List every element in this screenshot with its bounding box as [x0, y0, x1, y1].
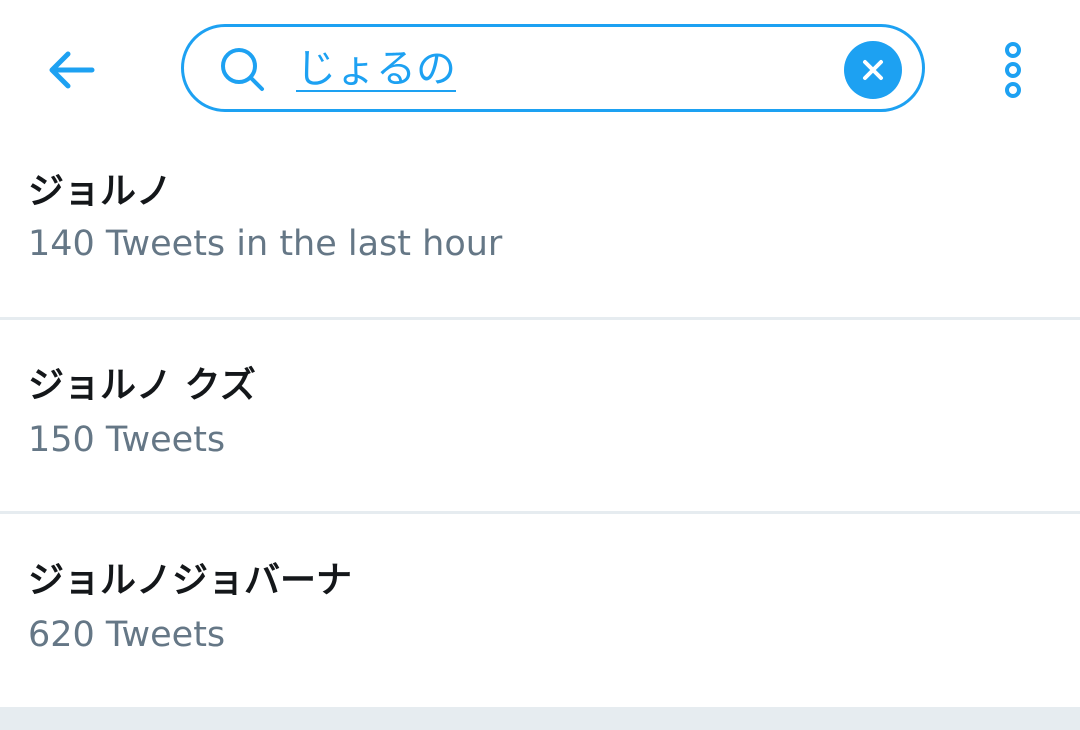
suggestion-item[interactable]: ジョルノ クズ 150 Tweets [0, 320, 1080, 514]
arrow-left-icon [49, 51, 95, 89]
search-field[interactable]: じょるの [181, 24, 925, 112]
suggestion-title: ジョルノ クズ [28, 365, 256, 406]
overflow-menu-button[interactable] [990, 36, 1036, 104]
search-header: じょるの [0, 0, 1080, 140]
clear-search-button[interactable] [844, 41, 902, 99]
back-button[interactable] [36, 40, 106, 100]
close-icon [863, 60, 883, 80]
suggestion-title: ジョルノジョバーナ [28, 560, 353, 601]
search-icon [221, 48, 264, 91]
suggestion-item[interactable]: ジョルノジョバーナ 620 Tweets [0, 515, 1080, 709]
suggestion-count: 140 Tweets in the last hour [28, 224, 503, 264]
bottom-divider [0, 707, 1080, 730]
suggestion-title: ジョルノ [28, 171, 173, 212]
search-input[interactable]: じょるの [296, 41, 456, 97]
suggestion-count: 150 Tweets [28, 420, 226, 460]
suggestion-count: 620 Tweets [28, 615, 226, 655]
suggestion-item[interactable]: ジョルノ 140 Tweets in the last hour [0, 126, 1080, 320]
vertical-dots-icon [1005, 42, 1021, 98]
